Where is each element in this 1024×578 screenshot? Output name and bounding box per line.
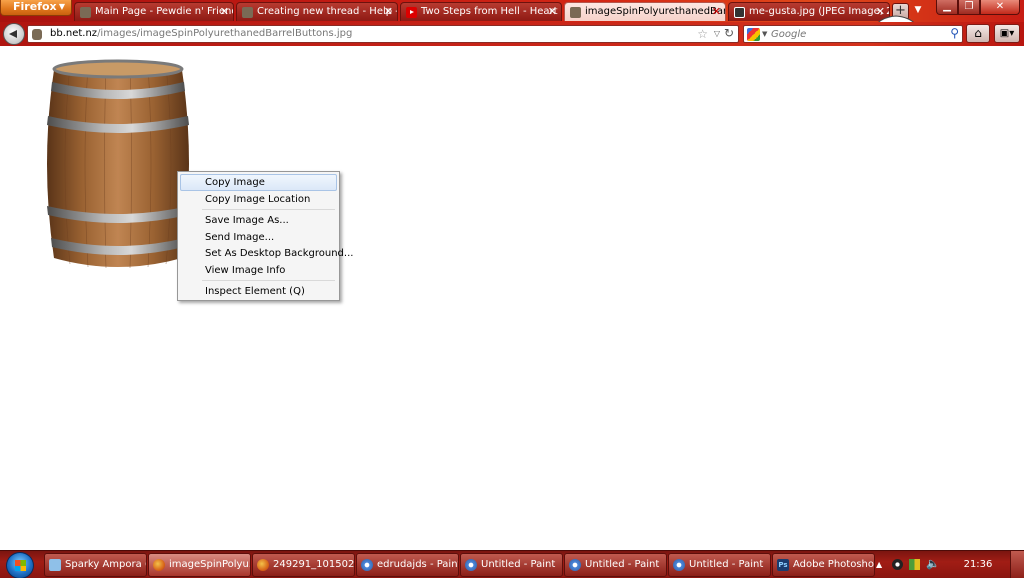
menu-item-inspect-element[interactable]: Inspect Element (Q) [180,283,337,300]
bookmarks-icon: ▣▾ [999,28,1015,39]
tab-two-steps[interactable]: Two Steps from Hell - Heart of ... ✕ [400,2,562,21]
firefox-icon [257,559,269,571]
barrel-favicon-icon [570,7,581,18]
image-favicon-icon [734,7,745,18]
paint-icon [569,559,581,571]
taskbar-buttons: Sparky Ampora (... imageSpinPolyu... 249… [44,553,876,577]
taskbar-button-label: 249291_10150247... [273,559,355,570]
chevron-down-icon[interactable]: ▼ [762,30,767,38]
paint-icon [465,559,477,571]
search-input[interactable] [771,27,941,41]
menu-item-send-image[interactable]: Send Image... [180,229,337,246]
back-button[interactable] [3,23,25,45]
page-favicon-icon [80,7,91,18]
taskbar-button-skype[interactable]: Sparky Ampora (... [44,553,147,577]
reload-icon[interactable]: ↻ [724,26,734,40]
volume-icon[interactable]: 🔈 [926,557,940,570]
network-icon[interactable] [909,559,920,570]
photoshop-icon: Ps [777,559,789,571]
tab-title: Creating new thread - Help - P... [257,6,397,17]
taskbar-button-label: Untitled - Paint [689,559,764,570]
taskbar-button-paint-edrudajds[interactable]: edrudajds - Paint [356,553,459,577]
steam-icon[interactable] [892,559,903,570]
taskbar-button-photoshop[interactable]: Ps Adobe Photosho... [772,553,875,577]
bookmark-star-icon[interactable]: ☆ [697,27,708,41]
menu-item-copy-image-location[interactable]: Copy Image Location [180,191,337,208]
minimize-button[interactable]: ▁ [936,0,958,15]
tab-barrel-image[interactable]: imageSpinPolyurethanedBarrel... ✕ [564,2,726,21]
windows-logo-icon [15,560,26,571]
show-hidden-icons-icon[interactable]: ▲ [876,560,882,571]
page-content: Copy Image Copy Image Location Save Imag… [0,46,1024,550]
navigation-toolbar: bb.net.nz/images/imageSpinPolyurethanedB… [0,22,1024,46]
menu-item-view-image-info[interactable]: View Image Info [180,262,337,279]
firefox-menu-label: Firefox [13,0,57,13]
url-domain: bb.net.nz [50,28,98,39]
close-icon[interactable]: ✕ [220,3,229,21]
menu-separator [202,280,335,281]
tab-title: Main Page - Pewdie n' Friends [95,6,234,17]
taskbar-button-label: Untitled - Paint [481,559,556,570]
firefox-menu-button[interactable]: Firefox ▼ [0,0,72,16]
home-button[interactable]: ⌂ [966,24,990,43]
taskbar-button-paint-untitled-1[interactable]: Untitled - Paint [460,553,563,577]
skype-icon [49,559,61,571]
tab-creating-thread[interactable]: Creating new thread - Help - P... ✕ [236,2,398,21]
tab-title: imageSpinPolyurethanedBarrel... [585,6,726,17]
taskbar-button-label: imageSpinPolyu... [169,559,251,570]
window-controls: ▁ ❐ ✕ [936,0,1020,15]
taskbar-button-firefox-image[interactable]: 249291_10150247... [252,553,355,577]
history-dropdown-icon[interactable]: ▽ [714,29,720,38]
close-icon[interactable]: ✕ [548,3,557,21]
close-icon[interactable]: ✕ [384,3,393,21]
menu-item-set-desktop-background[interactable]: Set As Desktop Background... [180,245,353,262]
taskbar-button-label: edrudajds - Paint [377,559,459,570]
home-icon: ⌂ [974,26,982,40]
chevron-down-icon: ▼ [58,2,65,11]
taskbar-button-firefox-barrel[interactable]: imageSpinPolyu... [148,553,251,577]
menu-item-save-image-as[interactable]: Save Image As... [180,212,337,229]
google-search-engine-icon[interactable] [747,28,760,41]
taskbar-button-label: Untitled - Paint [585,559,660,570]
show-desktop-button[interactable] [1010,551,1024,578]
youtube-icon [406,7,417,18]
paint-icon [673,559,685,571]
menu-separator [202,209,335,210]
page-favicon-icon [242,7,253,18]
close-icon[interactable]: ✕ [712,3,721,21]
tab-strip: Main Page - Pewdie n' Friends ✕ Creating… [74,2,925,22]
start-button[interactable] [6,552,34,578]
taskbar-button-paint-untitled-2[interactable]: Untitled - Paint [564,553,667,577]
image-context-menu: Copy Image Copy Image Location Save Imag… [177,171,353,301]
close-window-button[interactable]: ✕ [980,0,1020,15]
paint-icon [361,559,373,571]
taskbar-button-paint-untitled-3[interactable]: Untitled - Paint [668,553,771,577]
url-bar[interactable]: bb.net.nz/images/imageSpinPolyurethanedB… [27,25,739,43]
taskbar-clock[interactable]: 21:36 [956,553,1000,577]
search-bar[interactable]: ▼ ⚲ [743,25,963,43]
taskbar-button-label: Sparky Ampora (... [65,559,146,570]
bookmarks-menu-button[interactable]: ▣▾ [994,24,1020,43]
firefox-icon [153,559,165,571]
site-identity-icon[interactable] [32,29,42,40]
barrel-image[interactable] [40,58,196,270]
taskbar-button-label: Adobe Photosho... [793,559,875,570]
url-path: /images/imageSpinPolyurethanedBarrelButt… [97,28,353,39]
system-tray: ▲ 🔈 [874,553,944,577]
tab-main-page[interactable]: Main Page - Pewdie n' Friends ✕ [74,2,234,21]
restore-button[interactable]: ❐ [958,0,980,15]
url-text: bb.net.nz/images/imageSpinPolyurethanedB… [50,28,352,39]
search-icon[interactable]: ⚲ [950,26,959,40]
screen: Firefox ▼ Main Page - Pewdie n' Friends … [0,0,1024,578]
windows-taskbar: Sparky Ampora (... imageSpinPolyu... 249… [0,550,1024,578]
tab-title: Two Steps from Hell - Heart of ... [421,6,561,17]
menu-item-copy-image[interactable]: Copy Image [180,174,337,191]
